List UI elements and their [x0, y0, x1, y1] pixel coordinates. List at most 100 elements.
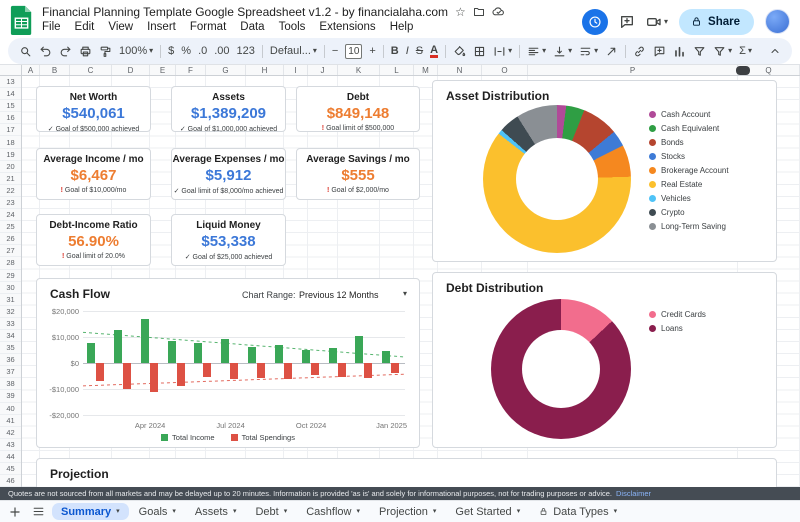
insert-link-icon[interactable] — [630, 41, 649, 61]
undo-icon[interactable] — [36, 41, 55, 61]
chart-range-select[interactable]: Previous 12 Months — [299, 290, 379, 300]
format-percent-button[interactable]: % — [178, 41, 194, 61]
menu-edit[interactable]: Edit — [68, 20, 102, 34]
row-header-28[interactable]: 28 — [0, 257, 21, 269]
zoom-select[interactable]: 100%▾ — [116, 41, 156, 61]
avatar[interactable] — [765, 9, 790, 34]
print-icon[interactable] — [76, 41, 95, 61]
text-color-button[interactable]: A — [427, 41, 441, 61]
column-header-b[interactable]: B — [40, 65, 70, 75]
row-header-16[interactable]: 16 — [0, 112, 21, 124]
row-header-23[interactable]: 23 — [0, 197, 21, 209]
menu-view[interactable]: View — [101, 20, 140, 34]
row-header-27[interactable]: 27 — [0, 245, 21, 257]
chart-range-caret-icon[interactable]: ▾ — [403, 289, 407, 298]
document-title[interactable]: Financial Planning Template Google Sprea… — [42, 5, 448, 19]
column-header-p[interactable]: P — [528, 65, 738, 75]
select-all-corner[interactable] — [0, 65, 22, 75]
tab-debt[interactable]: Debt▾ — [246, 503, 296, 520]
row-header-19[interactable]: 19 — [0, 149, 21, 161]
row-header-41[interactable]: 41 — [0, 415, 21, 427]
text-wrap-icon[interactable]: ▾ — [576, 41, 601, 61]
card-debt[interactable]: Debt$849,148! Goal limit of $500,000 — [296, 86, 420, 132]
menu-help[interactable]: Help — [383, 20, 421, 34]
font-select[interactable]: Defaul...▾ — [267, 41, 320, 61]
decrease-decimal-button[interactable]: .0 — [195, 41, 210, 61]
collapse-toolbar-icon[interactable] — [766, 41, 784, 61]
tab-data-types[interactable]: Data Types▾ — [530, 503, 626, 520]
add-sheet-button[interactable] — [4, 503, 26, 521]
menu-insert[interactable]: Insert — [140, 20, 183, 34]
row-header-25[interactable]: 25 — [0, 221, 21, 233]
insert-chart-icon[interactable] — [670, 41, 689, 61]
increase-font-size-button[interactable]: + — [366, 41, 378, 61]
row-header-42[interactable]: 42 — [0, 427, 21, 439]
debt-distribution-donut[interactable] — [491, 299, 631, 439]
card-liquid-money[interactable]: Liquid Money$53,338✓ Goal of $25,000 ach… — [171, 214, 286, 266]
card-net-worth[interactable]: Net Worth$540,061✓ Goal of $500,000 achi… — [36, 86, 151, 132]
row-header-34[interactable]: 34 — [0, 330, 21, 342]
menus-search-icon[interactable] — [16, 41, 35, 61]
row-header-35[interactable]: 35 — [0, 342, 21, 354]
card-debt-income-ratio[interactable]: Debt-Income Ratio56.90%! Goal limit of 2… — [36, 214, 151, 266]
column-header-g[interactable]: G — [206, 65, 246, 75]
insert-comment-icon[interactable] — [650, 41, 669, 61]
row-header-37[interactable]: 37 — [0, 366, 21, 378]
row-header-20[interactable]: 20 — [0, 161, 21, 173]
row-header-31[interactable]: 31 — [0, 294, 21, 306]
asset-distribution-donut[interactable] — [483, 105, 631, 253]
comments-icon[interactable] — [619, 14, 635, 30]
column-header-e[interactable]: E — [150, 65, 176, 75]
row-header-14[interactable]: 14 — [0, 88, 21, 100]
row-header-45[interactable]: 45 — [0, 463, 21, 475]
star-icon[interactable]: ☆ — [455, 5, 466, 19]
history-icon[interactable] — [582, 9, 608, 35]
menu-tools[interactable]: Tools — [272, 20, 313, 34]
column-header-c[interactable]: C — [70, 65, 112, 75]
row-header-44[interactable]: 44 — [0, 451, 21, 463]
vertical-align-icon[interactable]: ▾ — [550, 41, 575, 61]
menu-extensions[interactable]: Extensions — [312, 20, 382, 34]
tab-projection[interactable]: Projection▾ — [370, 503, 445, 520]
tab-cashflow[interactable]: Cashflow▾ — [297, 503, 369, 520]
row-header-26[interactable]: 26 — [0, 233, 21, 245]
column-header-j[interactable]: J — [308, 65, 338, 75]
column-header-k[interactable]: K — [338, 65, 380, 75]
sheet-canvas[interactable]: Asset Distribution Cash AccountCash Equi… — [22, 76, 800, 487]
fill-color-icon[interactable] — [450, 41, 469, 61]
card-assets[interactable]: Assets$1,389,209✓ Goal of $1,000,000 ach… — [171, 86, 286, 132]
card-average-income-mo[interactable]: Average Income / mo$6,467! Goal of $10,0… — [36, 148, 151, 200]
row-header-24[interactable]: 24 — [0, 209, 21, 221]
row-header-22[interactable]: 22 — [0, 185, 21, 197]
column-header-m[interactable]: M — [414, 65, 438, 75]
row-header-32[interactable]: 32 — [0, 306, 21, 318]
share-button[interactable]: Share — [679, 9, 754, 35]
all-sheets-button[interactable] — [27, 503, 49, 521]
row-header-33[interactable]: 33 — [0, 318, 21, 330]
column-header-d[interactable]: D — [112, 65, 150, 75]
more-formats-button[interactable]: 123 — [234, 41, 258, 61]
filter-views-icon[interactable]: ▾ — [710, 41, 735, 61]
row-header-40[interactable]: 40 — [0, 403, 21, 415]
row-header-43[interactable]: 43 — [0, 439, 21, 451]
strikethrough-button[interactable]: S — [413, 41, 426, 61]
column-header-n[interactable]: N — [438, 65, 482, 75]
cash-flow-chart[interactable] — [83, 311, 405, 415]
redo-icon[interactable] — [56, 41, 75, 61]
italic-button[interactable]: I — [403, 41, 412, 61]
format-currency-button[interactable]: $ — [165, 41, 177, 61]
tab-goals[interactable]: Goals▾ — [130, 503, 185, 520]
tab-summary[interactable]: Summary▾ — [52, 503, 129, 520]
increase-decimal-button[interactable]: .00 — [211, 41, 232, 61]
move-icon[interactable] — [473, 6, 485, 18]
row-header-46[interactable]: 46 — [0, 475, 21, 487]
row-header-18[interactable]: 18 — [0, 136, 21, 148]
text-rotate-icon[interactable] — [602, 41, 621, 61]
row-header-38[interactable]: 38 — [0, 378, 21, 390]
column-header-f[interactable]: F — [176, 65, 206, 75]
sheets-logo-icon[interactable] — [10, 5, 33, 35]
bold-button[interactable]: B — [388, 41, 402, 61]
row-header-21[interactable]: 21 — [0, 173, 21, 185]
row-header-30[interactable]: 30 — [0, 282, 21, 294]
row-header-29[interactable]: 29 — [0, 270, 21, 282]
